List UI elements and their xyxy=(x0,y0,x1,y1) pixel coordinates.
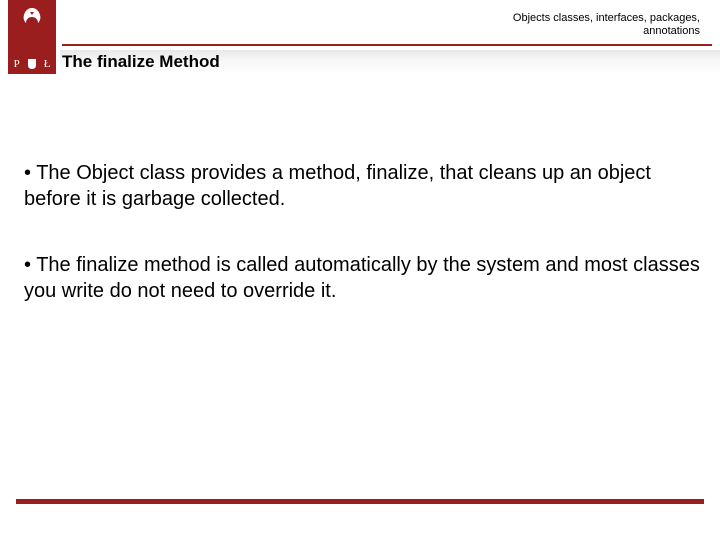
breadcrumb: Objects classes, interfaces, packages, a… xyxy=(513,12,700,38)
header: P Ł Objects classes, interfaces, package… xyxy=(0,0,720,80)
slide-title: The finalize Method xyxy=(60,50,220,74)
slide: P Ł Objects classes, interfaces, package… xyxy=(0,0,720,540)
logo-letter-l: Ł xyxy=(44,58,51,70)
logo-letters: P Ł xyxy=(14,58,51,70)
logo-letter-p: P xyxy=(14,58,20,70)
content: • The Object class provides a method, fi… xyxy=(24,160,710,344)
header-rule xyxy=(62,44,712,46)
footer-rule xyxy=(16,499,704,504)
crest-icon xyxy=(26,58,38,70)
breadcrumb-line2: annotations xyxy=(513,25,700,38)
eagle-icon xyxy=(19,6,45,28)
bullet-1: • The Object class provides a method, fi… xyxy=(24,160,710,212)
bullet-2: • The finalize method is called automati… xyxy=(24,252,710,304)
institution-logo: P Ł xyxy=(8,0,56,74)
breadcrumb-line1: Objects classes, interfaces, packages, xyxy=(513,12,700,25)
